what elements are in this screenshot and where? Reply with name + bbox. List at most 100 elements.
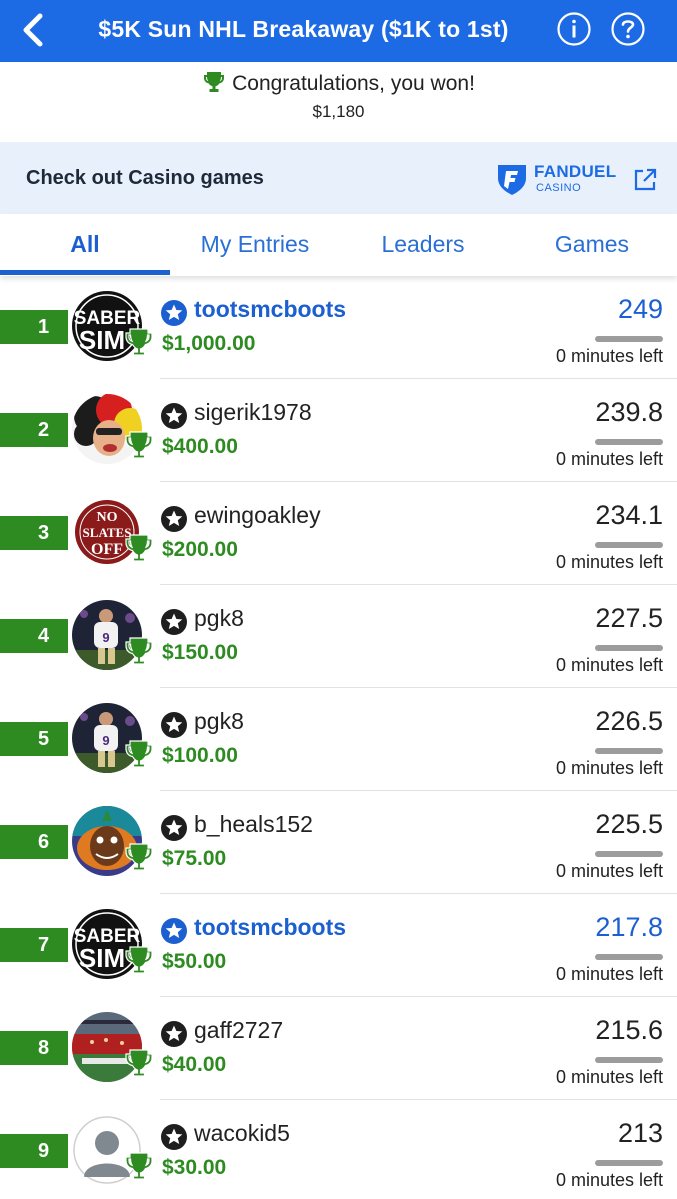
star-badge-icon [160, 402, 188, 430]
fantasy-score: 227.5 [595, 603, 663, 633]
svg-text:9: 9 [102, 733, 109, 748]
trophy-icon [124, 841, 154, 871]
rank-badge: 6 [0, 825, 68, 859]
leaderboard-row[interactable]: 1 SABER SIM tootsmcboots $1,000.00 249 0 minut… [0, 276, 677, 379]
rank-badge: 8 [0, 1031, 68, 1065]
fantasy-score: 249 [617, 294, 663, 324]
prize-amount: $30.00 [162, 1156, 227, 1179]
star-badge-icon [160, 917, 188, 945]
trophy-icon [124, 429, 154, 459]
tab-games[interactable]: Games [507, 214, 677, 276]
prize-amount: $400.00 [162, 435, 238, 458]
fantasy-score: 215.6 [595, 1015, 663, 1045]
fanduel-shield-icon [498, 165, 526, 195]
time-remaining-bar [595, 748, 663, 754]
time-left-label: 0 minutes left [555, 861, 663, 881]
trophy-icon [204, 72, 225, 92]
fantasy-score: 234.1 [595, 500, 663, 530]
time-remaining-bar [595, 439, 663, 445]
rank-badge: 4 [0, 619, 68, 653]
help-icon[interactable] [610, 11, 646, 47]
info-icon[interactable] [556, 11, 592, 47]
leaderboard-row[interactable]: 8 gaff2727 $40.00 215.6 0 minutes left [0, 997, 677, 1100]
svg-text:NO: NO [97, 510, 118, 525]
rank-badge: 1 [0, 310, 68, 344]
fantasy-score: 225.5 [595, 809, 663, 839]
fanduel-casino-logo: FANDUEL CASINO [496, 160, 626, 198]
rank-badge: 2 [0, 413, 68, 447]
username[interactable]: pgk8 [194, 708, 244, 735]
username[interactable]: tootsmcboots [194, 914, 346, 941]
congrats-message: Congratulations, you won! [232, 72, 475, 95]
fantasy-score: 226.5 [595, 706, 663, 736]
username[interactable]: wacokid5 [194, 1120, 290, 1147]
prize-amount: $150.00 [162, 641, 238, 664]
trophy-icon [124, 1047, 154, 1077]
fantasy-score: 239.8 [595, 397, 663, 427]
rank-badge: 9 [0, 1134, 68, 1168]
leaderboard-row[interactable]: 7 SABER SIM tootsmcboots $50.00 217.8 0 minute… [0, 894, 677, 997]
fanduel-brand: FANDUEL [534, 162, 617, 181]
prize-amount: $200.00 [162, 538, 238, 561]
trophy-icon [124, 1150, 154, 1180]
rank-badge: 7 [0, 928, 68, 962]
time-left-label: 0 minutes left [555, 346, 663, 366]
username[interactable]: gaff2727 [194, 1017, 283, 1044]
external-link-icon[interactable] [632, 167, 658, 193]
fantasy-score: 217.8 [595, 912, 663, 942]
trophy-icon [124, 944, 154, 974]
top-nav-bar: $5K Sun NHL Breakaway ($1K to 1st) [0, 0, 677, 62]
tab-leaders[interactable]: Leaders [338, 214, 508, 276]
promo-text: Check out Casino games [26, 167, 264, 189]
leaderboard-row[interactable]: 3 NO SLATES OFF ewingoakley $200.00 234.1 0 min… [0, 482, 677, 585]
leaderboard-row[interactable]: 6 b_heals152 $75.00 225.5 0 minutes left [0, 791, 677, 894]
tab-my-entries[interactable]: My Entries [170, 214, 340, 276]
leaderboard-row[interactable]: 2 sigerik1978 $400.00 239.8 0 minutes left [0, 379, 677, 482]
casino-promo-banner[interactable]: Check out Casino games FANDUEL CASINO [0, 142, 677, 214]
time-left-label: 0 minutes left [555, 1067, 663, 1087]
prize-amount: $75.00 [162, 847, 227, 870]
time-left-label: 0 minutes left [555, 964, 663, 984]
casino-brand-sub: CASINO [536, 182, 582, 194]
time-remaining-bar [595, 851, 663, 857]
tab-all[interactable]: All [0, 214, 170, 276]
star-badge-icon [160, 608, 188, 636]
time-left-label: 0 minutes left [555, 655, 663, 675]
prize-amount: $50.00 [162, 950, 227, 973]
username[interactable]: pgk8 [194, 605, 244, 632]
username[interactable]: sigerik1978 [194, 399, 312, 426]
winnings-banner: Congratulations, you won! $1,180 [0, 62, 677, 142]
svg-text:OFF: OFF [91, 541, 123, 558]
star-badge-icon [160, 814, 188, 842]
svg-text:9: 9 [102, 630, 109, 645]
username[interactable]: b_heals152 [194, 811, 313, 838]
time-remaining-bar [595, 542, 663, 548]
winnings-amount: $1,180 [312, 102, 365, 121]
leaderboard-list: 1 SABER SIM tootsmcboots $1,000.00 249 0 minut… [0, 276, 677, 1199]
leaderboard-row[interactable]: 9 wacokid5 $30.00 213 0 minutes left [0, 1100, 677, 1199]
leaderboard-row[interactable]: 5 9 pgk8 $100.00 226.5 0 minutes left [0, 688, 677, 791]
back-chevron-icon[interactable] [14, 10, 54, 50]
rank-badge: 3 [0, 516, 68, 550]
trophy-icon [124, 326, 154, 356]
username[interactable]: tootsmcboots [194, 296, 346, 323]
star-badge-icon [160, 711, 188, 739]
time-remaining-bar [595, 336, 663, 342]
prize-amount: $100.00 [162, 744, 238, 767]
time-left-label: 0 minutes left [555, 449, 663, 469]
star-badge-icon [160, 1123, 188, 1151]
active-tab-indicator [0, 270, 170, 275]
trophy-icon [124, 532, 154, 562]
svg-text:SIM: SIM [79, 325, 125, 355]
fantasy-score: 213 [617, 1118, 663, 1148]
prize-amount: $1,000.00 [162, 332, 256, 355]
leaderboard-row[interactable]: 4 9 pgk8 $150.00 227.5 0 minutes left [0, 585, 677, 688]
time-left-label: 0 minutes left [555, 1170, 663, 1190]
trophy-icon [124, 635, 154, 665]
rank-badge: 5 [0, 722, 68, 756]
time-remaining-bar [595, 645, 663, 651]
username[interactable]: ewingoakley [194, 502, 321, 529]
time-remaining-bar [595, 1057, 663, 1063]
time-remaining-bar [595, 954, 663, 960]
time-left-label: 0 minutes left [555, 552, 663, 572]
